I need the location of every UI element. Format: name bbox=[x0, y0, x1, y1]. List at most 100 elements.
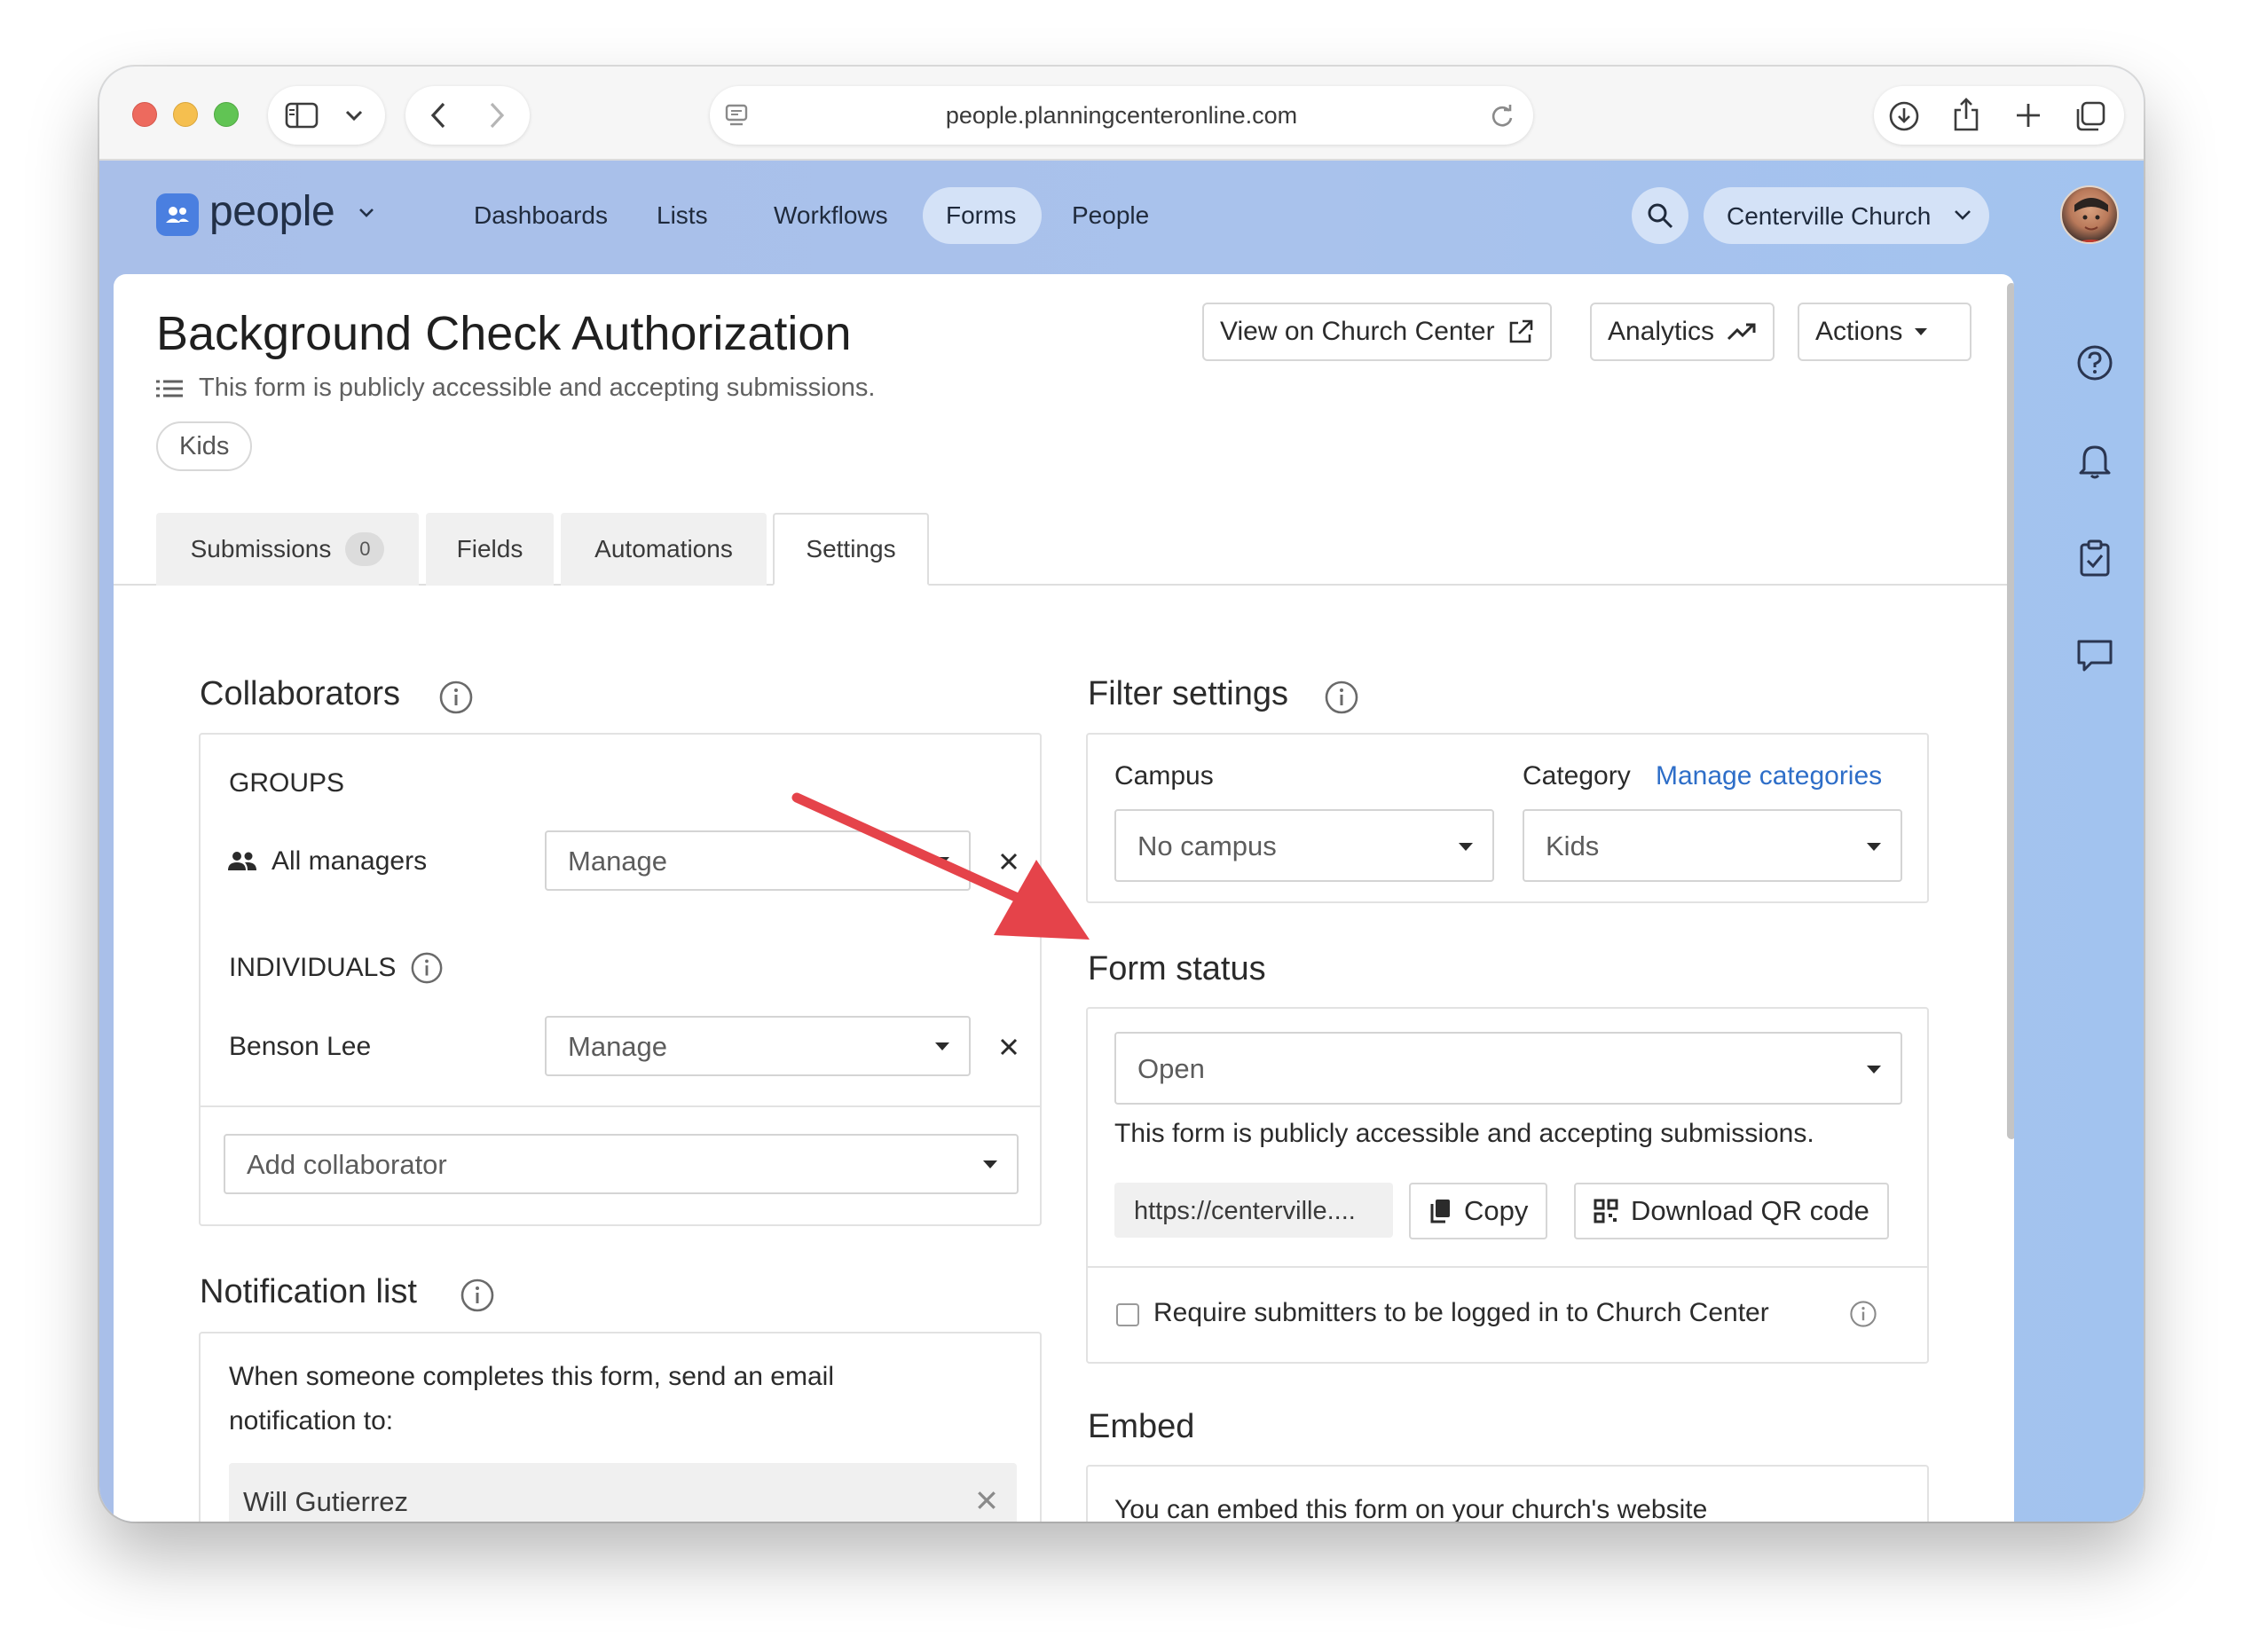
filter-settings-heading: Filter settings bbox=[1088, 675, 1288, 712]
nav-lists[interactable]: Lists bbox=[657, 201, 708, 230]
chevron-down-icon[interactable] bbox=[358, 207, 374, 223]
scrollbar[interactable] bbox=[2007, 283, 2014, 1139]
browser-actions-group bbox=[1874, 86, 2124, 145]
share-icon[interactable] bbox=[1948, 97, 1984, 132]
browser-window: people.planningcenteronline.com people D… bbox=[99, 67, 2144, 1522]
analytics-button-label: Analytics bbox=[1608, 317, 1715, 346]
tab-settings-label: Settings bbox=[806, 535, 896, 562]
caret-down-icon bbox=[983, 1160, 997, 1168]
list-icon bbox=[156, 379, 183, 403]
download-qr-button[interactable]: Download QR code bbox=[1574, 1183, 1889, 1239]
close-icon bbox=[1000, 1038, 1018, 1056]
download-qr-label: Download QR code bbox=[1631, 1195, 1869, 1226]
qr-code-icon bbox=[1594, 1199, 1618, 1223]
people-logo-icon[interactable] bbox=[156, 193, 199, 236]
new-tab-icon[interactable] bbox=[2012, 99, 2044, 131]
minimize-window-button[interactable] bbox=[173, 102, 198, 127]
info-icon[interactable] bbox=[1324, 680, 1359, 720]
info-icon[interactable] bbox=[460, 1278, 495, 1318]
tab-submissions[interactable]: Submissions 0 bbox=[156, 513, 419, 586]
nav-people[interactable]: People bbox=[1072, 201, 1149, 230]
external-link-icon bbox=[1509, 319, 1532, 343]
tab-fields[interactable]: Fields bbox=[426, 513, 554, 586]
tab-overview-icon[interactable] bbox=[2073, 98, 2108, 134]
chevron-down-icon[interactable] bbox=[341, 104, 367, 127]
reload-icon[interactable] bbox=[1487, 101, 1517, 131]
close-icon[interactable] bbox=[976, 1490, 997, 1511]
sidebar-icon[interactable] bbox=[284, 100, 319, 130]
info-icon[interactable] bbox=[410, 951, 444, 989]
actions-dropdown-button[interactable]: Actions bbox=[1798, 303, 1971, 361]
search-icon bbox=[1648, 203, 1673, 229]
zoom-window-button[interactable] bbox=[214, 102, 239, 127]
category-value: Kids bbox=[1546, 830, 1600, 861]
group-name: All managers bbox=[272, 846, 428, 876]
tasks-clipboard-icon[interactable] bbox=[2074, 537, 2116, 579]
trending-up-icon bbox=[1727, 323, 1756, 341]
manage-categories-link[interactable]: Manage categories bbox=[1656, 761, 1882, 791]
recipient-name: Will Gutierrez bbox=[243, 1486, 409, 1517]
campus-value: No campus bbox=[1137, 830, 1277, 861]
campus-select[interactable]: No campus bbox=[1114, 809, 1494, 882]
close-window-button[interactable] bbox=[132, 102, 157, 127]
form-status-heading: Form status bbox=[1088, 950, 1266, 987]
require-login-checkbox[interactable] bbox=[1116, 1303, 1139, 1326]
tab-fields-label: Fields bbox=[456, 535, 523, 562]
caret-down-icon bbox=[1867, 1066, 1881, 1074]
page-title: Background Check Authorization bbox=[156, 307, 852, 360]
category-label: Category bbox=[1523, 761, 1631, 791]
info-icon[interactable] bbox=[1849, 1300, 1877, 1333]
category-select[interactable]: Kids bbox=[1523, 809, 1902, 882]
back-icon[interactable] bbox=[425, 100, 452, 130]
messages-icon[interactable] bbox=[2074, 634, 2116, 677]
campus-label: Campus bbox=[1114, 761, 1214, 791]
embed-heading: Embed bbox=[1088, 1408, 1195, 1445]
analytics-button[interactable]: Analytics bbox=[1590, 303, 1775, 361]
groups-label: GROUPS bbox=[229, 768, 345, 798]
nav-forms[interactable]: Forms bbox=[946, 201, 1016, 230]
remove-individual-button[interactable] bbox=[999, 1030, 1019, 1065]
notification-list-heading: Notification list bbox=[200, 1273, 417, 1310]
view-on-church-center-button[interactable]: View on Church Center bbox=[1202, 303, 1552, 361]
submissions-count-badge: 0 bbox=[345, 532, 385, 566]
form-status-message: This form is publicly accessible and acc… bbox=[1114, 1119, 1814, 1148]
caret-down-icon bbox=[1867, 843, 1881, 851]
org-name: Centerville Church bbox=[1727, 202, 1932, 230]
page-subtitle: This form is publicly accessible and acc… bbox=[199, 374, 876, 402]
history-nav-group bbox=[405, 86, 530, 145]
nav-dashboards[interactable]: Dashboards bbox=[474, 201, 608, 230]
address-bar[interactable]: people.planningcenteronline.com bbox=[710, 86, 1533, 145]
tab-submissions-label: Submissions bbox=[190, 535, 332, 562]
form-page: Background Check Authorization This form… bbox=[114, 274, 2014, 1522]
copy-button-label: Copy bbox=[1464, 1195, 1529, 1226]
individuals-label: INDIVIDUALS bbox=[229, 953, 397, 982]
tab-settings[interactable]: Settings bbox=[773, 513, 929, 586]
info-icon[interactable] bbox=[438, 680, 474, 720]
caret-down-icon bbox=[935, 1042, 949, 1050]
app-name[interactable]: people bbox=[209, 187, 335, 236]
category-tag: Kids bbox=[156, 421, 253, 471]
tab-automations[interactable]: Automations bbox=[561, 513, 767, 586]
card-divider bbox=[1088, 1266, 1927, 1268]
download-icon[interactable] bbox=[1886, 99, 1922, 133]
add-collaborator-select[interactable]: Add collaborator bbox=[224, 1134, 1019, 1194]
sidebar-toggle-group bbox=[268, 86, 385, 145]
nav-workflows[interactable]: Workflows bbox=[774, 201, 888, 230]
forward-icon[interactable] bbox=[484, 100, 510, 130]
form-status-card: Open This form is publicly accessible an… bbox=[1086, 1007, 1929, 1364]
help-icon[interactable] bbox=[2074, 342, 2116, 384]
public-url-field[interactable]: https://centerville.... bbox=[1114, 1183, 1393, 1238]
embed-card: You can embed this form on your church's… bbox=[1086, 1465, 1929, 1522]
search-button[interactable] bbox=[1632, 187, 1688, 244]
public-url-text: https://centerville.... bbox=[1134, 1197, 1356, 1225]
individual-role-select[interactable]: Manage bbox=[545, 1016, 971, 1076]
org-switcher[interactable]: Centerville Church bbox=[1704, 187, 1989, 244]
notification-description: When someone completes this form, send a… bbox=[229, 1362, 834, 1436]
notifications-bell-icon[interactable] bbox=[2074, 439, 2116, 482]
avatar[interactable] bbox=[2060, 185, 2119, 244]
form-status-select[interactable]: Open bbox=[1114, 1032, 1902, 1105]
add-collaborator-placeholder: Add collaborator bbox=[247, 1149, 447, 1180]
individual-role-value: Manage bbox=[568, 1031, 668, 1062]
copy-url-button[interactable]: Copy bbox=[1409, 1183, 1548, 1239]
actions-button-label: Actions bbox=[1815, 317, 1903, 346]
